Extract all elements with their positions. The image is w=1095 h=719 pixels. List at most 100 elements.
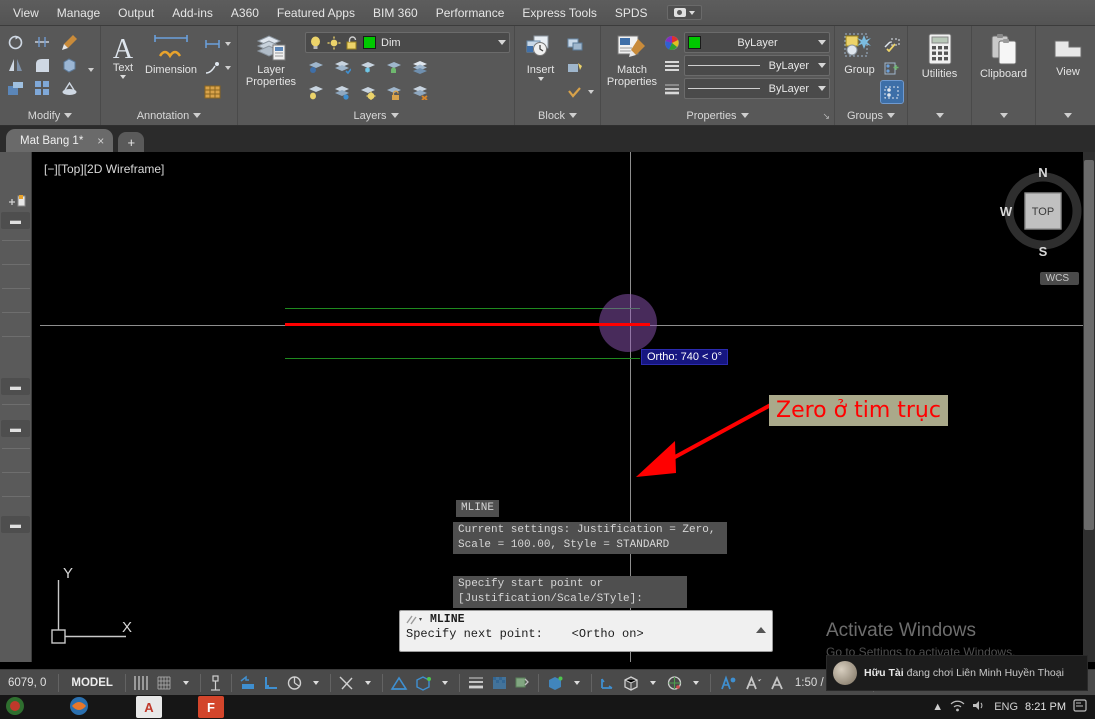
firefox-icon[interactable] — [68, 696, 94, 718]
infer-constraints-icon[interactable] — [205, 673, 227, 693]
annotation-visibility-icon[interactable] — [715, 673, 740, 693]
autoscale-icon[interactable] — [740, 673, 765, 693]
menu-item-featured-apps[interactable]: Featured Apps — [268, 3, 364, 23]
osnap-dropdown-icon[interactable] — [358, 673, 378, 693]
command-line[interactable]: MLINE Specify next point: <Ortho on> — [399, 610, 773, 652]
3d-dropdown-icon[interactable] — [567, 673, 587, 693]
group-selection-on-off-icon[interactable] — [880, 80, 904, 104]
app-icon-a[interactable]: A — [136, 696, 162, 718]
ribbon-panel-annotation-title[interactable]: Annotation — [105, 106, 233, 125]
chevron-down-icon[interactable] — [818, 40, 826, 45]
linetype-selector[interactable]: ByLayer — [684, 55, 830, 76]
toolbar-flyout-1[interactable]: ▬ — [1, 212, 30, 229]
action-center-icon[interactable] — [1073, 699, 1087, 715]
group-button[interactable]: Group — [839, 31, 880, 76]
define-attributes-icon[interactable] — [564, 57, 586, 79]
menu-item-performance[interactable]: Performance — [427, 3, 514, 23]
chevron-down-icon[interactable] — [120, 75, 127, 79]
linear-dimension-icon[interactable] — [201, 33, 223, 55]
ribbon-panel-properties-title[interactable]: Properties ↘ — [605, 106, 830, 125]
ribbon-panel-block-title[interactable]: Block — [519, 106, 596, 125]
transparency-icon[interactable] — [488, 673, 511, 693]
text-button[interactable]: A Text — [105, 31, 141, 79]
chevron-down-icon[interactable] — [818, 63, 826, 68]
snap-dropdown-icon[interactable] — [176, 673, 196, 693]
chevron-down-icon[interactable] — [498, 40, 506, 45]
volume-icon[interactable] — [972, 699, 987, 715]
clock[interactable]: 8:21 PM — [1025, 701, 1066, 713]
3d-array-icon[interactable] — [58, 54, 80, 76]
toolbar-flyout-4[interactable]: ▬ — [1, 516, 30, 533]
polar-tracking-icon[interactable] — [283, 673, 306, 693]
match-properties-button[interactable]: Match Properties — [605, 31, 659, 88]
menu-item-spds[interactable]: SPDS — [606, 3, 657, 23]
layer-lock-icon[interactable] — [357, 81, 379, 103]
dynamic-input-icon[interactable] — [236, 673, 260, 693]
game-notification-toast[interactable]: Hữu Tài đang chơi Liên Minh Huyền Thoại — [826, 655, 1088, 691]
layer-delete-icon[interactable] — [409, 81, 431, 103]
ortho-mode-icon[interactable] — [260, 673, 283, 693]
otrack-dropdown-icon[interactable] — [435, 673, 455, 693]
layer-on-icon[interactable] — [305, 81, 327, 103]
start-icon[interactable] — [4, 696, 30, 718]
layer-properties-button[interactable]: Layer Properties — [242, 31, 300, 88]
chevron-down-icon[interactable] — [537, 77, 544, 81]
array-icon[interactable] — [31, 77, 53, 99]
layer-selector[interactable]: Dim — [305, 32, 510, 53]
camera-menu-button[interactable] — [666, 5, 702, 20]
paintbrush-icon[interactable] — [58, 31, 80, 53]
object-snap-icon[interactable] — [335, 673, 358, 693]
dimension-button[interactable]: Dimension — [145, 31, 197, 76]
app-icon-red[interactable]: F — [198, 696, 224, 718]
document-tab-mat-bang-1[interactable]: Mat Bang 1* × — [6, 129, 114, 152]
object-snap-tracking-icon[interactable] — [387, 673, 411, 693]
edit-attribute-icon[interactable] — [564, 81, 586, 103]
explode-icon[interactable] — [58, 77, 80, 99]
fillet-icon[interactable] — [31, 54, 53, 76]
ribbon-panel-groups-title[interactable]: Groups — [839, 106, 903, 125]
create-block-icon[interactable] — [564, 33, 586, 55]
3d-object-snap-icon[interactable] — [411, 673, 435, 693]
chevron-down-icon[interactable] — [225, 42, 231, 46]
ungroup-icon[interactable] — [881, 33, 903, 55]
model-paper-space-toggle[interactable]: MODEL — [63, 677, 121, 689]
scrollbar-thumb[interactable] — [1084, 160, 1094, 530]
coordinates-display[interactable]: 6079, 0 — [0, 677, 54, 689]
menu-item-bim-360[interactable]: BIM 360 — [364, 3, 427, 23]
lineweight-selector[interactable]: ByLayer — [684, 78, 830, 99]
wcs-selector[interactable]: WCS — [1039, 272, 1079, 285]
vertical-scrollbar[interactable] — [1083, 152, 1095, 662]
view-button[interactable]: View — [1040, 31, 1095, 78]
drawing-canvas[interactable]: [−][Top][2D Wireframe] Ortho: 740 < 0° Z… — [0, 152, 1095, 662]
close-icon[interactable]: × — [97, 134, 104, 148]
chevron-down-icon[interactable] — [818, 86, 826, 91]
layer-off-icon[interactable] — [383, 56, 405, 78]
ribbon-panel-utilities-title[interactable] — [935, 106, 944, 125]
network-icon[interactable] — [950, 699, 965, 715]
menu-item-view[interactable]: View — [4, 3, 48, 23]
3d-osnap-icon[interactable] — [543, 673, 567, 693]
clipboard-button[interactable]: Clipboard — [976, 31, 1032, 80]
menu-item-add-ins[interactable]: Add-ins — [163, 3, 222, 23]
grid-display-icon[interactable] — [130, 673, 153, 693]
group-edit-icon[interactable] — [881, 57, 903, 79]
selection-cycling-icon[interactable] — [511, 673, 534, 693]
menu-item-express-tools[interactable]: Express Tools — [513, 3, 605, 23]
object-color-selector[interactable]: ByLayer — [684, 32, 830, 53]
chevron-down-icon[interactable] — [225, 66, 231, 70]
ribbon-panel-modify-title[interactable]: Modify — [4, 106, 96, 125]
toolbar-flyout-2[interactable]: ▬ — [1, 378, 30, 395]
lineweight-icon[interactable] — [464, 673, 488, 693]
menu-item-a360[interactable]: A360 — [222, 3, 268, 23]
command-prompt[interactable]: Specify next point: <Ortho on> — [400, 626, 772, 642]
viewport-label[interactable]: [−][Top][2D Wireframe] — [44, 162, 164, 176]
layer-freeze-icon[interactable] — [357, 56, 379, 78]
viewport-dropdown-icon[interactable] — [643, 673, 663, 693]
new-tab-button[interactable]: + — [118, 132, 145, 152]
toolbar-flyout-3[interactable]: ▬ — [1, 420, 30, 437]
toolbar-handle-icon[interactable] — [8, 194, 26, 213]
menu-item-output[interactable]: Output — [109, 3, 163, 23]
layer-isolate-icon[interactable] — [305, 56, 327, 78]
ribbon-panel-layers-title[interactable]: Layers — [242, 106, 510, 125]
table-icon[interactable] — [201, 81, 223, 103]
